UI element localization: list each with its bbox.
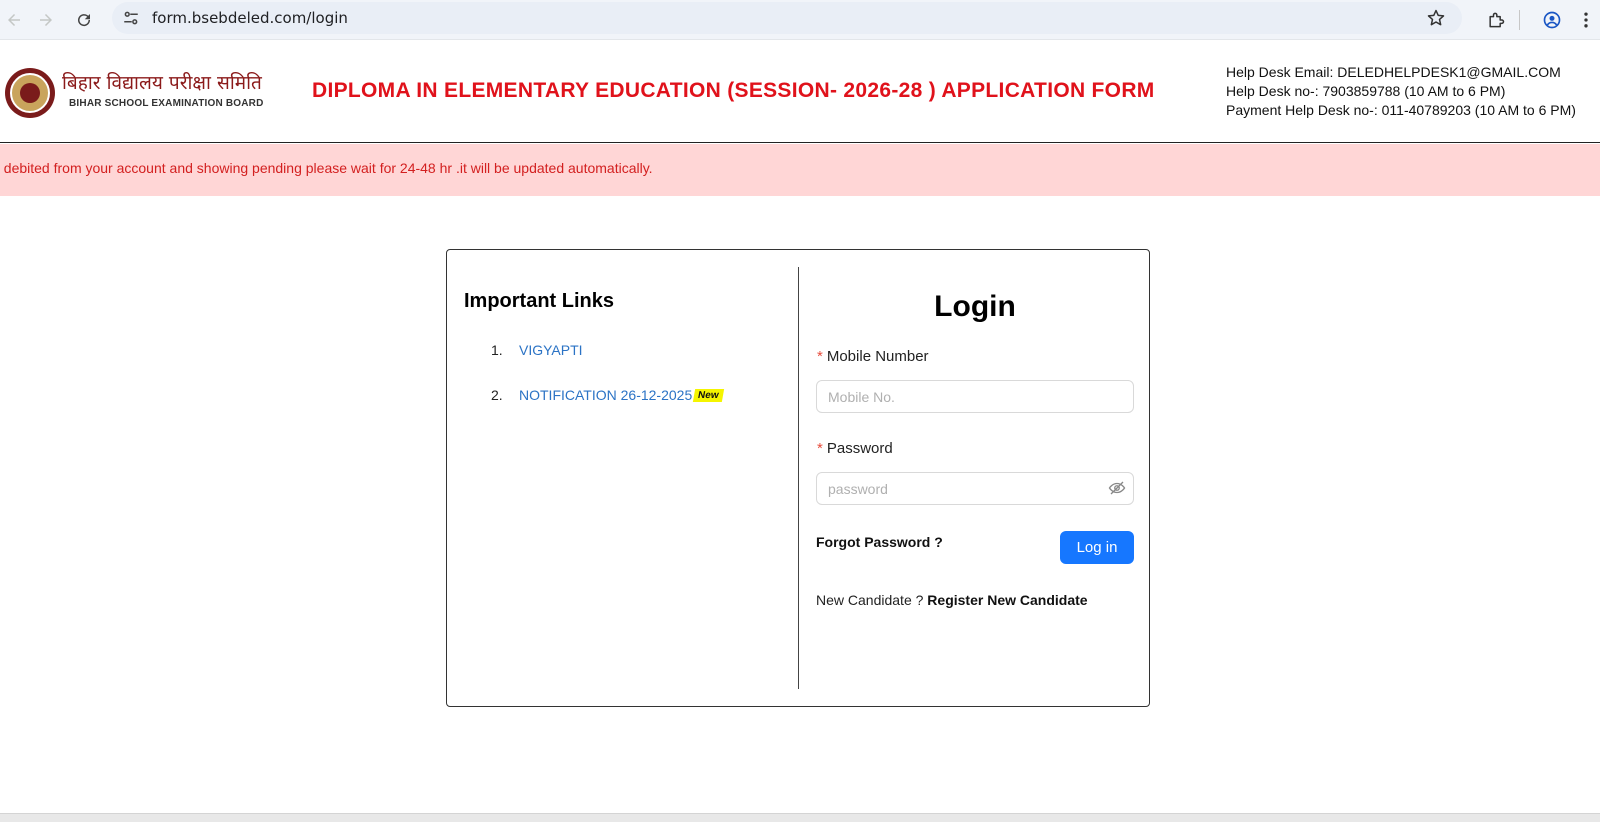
forgot-password-link[interactable]: Forgot Password ? [816, 534, 943, 550]
org-name-hindi: बिहार विद्यालय परीक्षा समिति [62, 72, 262, 94]
vigyapti-link[interactable]: VIGYAPTI [519, 342, 583, 358]
required-asterisk: * [817, 440, 823, 457]
helpdesk-email: Help Desk Email: DELEDHELPDESK1@GMAIL.CO… [1226, 64, 1561, 80]
back-button[interactable] [0, 6, 28, 34]
new-badge: New [693, 389, 724, 402]
url-text[interactable]: form.bsebdeled.com/login [152, 9, 348, 27]
login-button[interactable]: Log in [1060, 531, 1134, 564]
org-name-english: BIHAR SCHOOL EXAMINATION BOARD [69, 98, 264, 109]
bottom-bar [0, 813, 1600, 822]
mobile-input[interactable] [816, 380, 1134, 413]
reload-button[interactable] [70, 6, 98, 34]
profile-icon [1543, 11, 1561, 29]
arrow-left-icon [8, 14, 20, 26]
login-card: Important Links 1. VIGYAPTI 2. NOTIFICATIO… [446, 249, 1150, 707]
notification-link[interactable]: NOTIFICATION 26-12-2025 [519, 387, 692, 403]
more-vert-icon [1584, 12, 1588, 28]
notice-text: t is debited from your account and showi… [0, 160, 653, 176]
list-item: 2. NOTIFICATION 26-12-2025 New [491, 387, 724, 403]
important-links-heading: Important Links [464, 290, 615, 312]
extensions-button[interactable] [1482, 6, 1510, 34]
site-settings-icon[interactable] [122, 9, 140, 27]
puzzle-icon [1489, 12, 1505, 28]
notice-banner: t is debited from your account and showi… [0, 144, 1600, 196]
browser-menu-button[interactable] [1572, 6, 1600, 34]
password-label: * Password [817, 440, 893, 457]
bookmark-star-icon[interactable] [1426, 8, 1446, 28]
new-candidate-row: New Candidate ? Register New Candidate [816, 592, 1088, 608]
toolbar-separator [1519, 10, 1520, 30]
eye-invisible-icon[interactable] [1108, 479, 1126, 497]
password-input[interactable] [816, 472, 1134, 505]
address-bar[interactable]: form.bsebdeled.com/login [112, 2, 1462, 34]
bseb-logo [5, 68, 55, 118]
new-candidate-text: New Candidate ? [816, 592, 924, 608]
arrow-right-icon [40, 14, 52, 26]
required-asterisk: * [817, 348, 823, 365]
mobile-label: * Mobile Number [817, 348, 929, 365]
login-title: Login [934, 290, 1016, 323]
helpdesk-phone: Help Desk no-: 7903859788 (10 AM to 6 PM… [1226, 83, 1506, 99]
register-link[interactable]: Register New Candidate [927, 592, 1087, 608]
helpdesk-info: Help Desk Email: DELEDHELPDESK1@GMAIL.CO… [1226, 63, 1576, 120]
browser-toolbar: form.bsebdeled.com/login [0, 0, 1600, 40]
column-divider [798, 267, 799, 689]
list-item: 1. VIGYAPTI [491, 342, 583, 358]
list-number: 1. [491, 342, 503, 358]
site-header: बिहार विद्यालय परीक्षा समिति BIHAR SCHOO… [0, 41, 1600, 143]
list-number: 2. [491, 387, 503, 403]
page-title: DIPLOMA IN ELEMENTARY EDUCATION (SESSION… [312, 79, 1155, 102]
forward-button[interactable] [32, 6, 60, 34]
profile-button[interactable] [1538, 6, 1566, 34]
reload-icon [78, 14, 91, 27]
payment-helpdesk: Payment Help Desk no-: 011-40789203 (10 … [1226, 102, 1576, 118]
